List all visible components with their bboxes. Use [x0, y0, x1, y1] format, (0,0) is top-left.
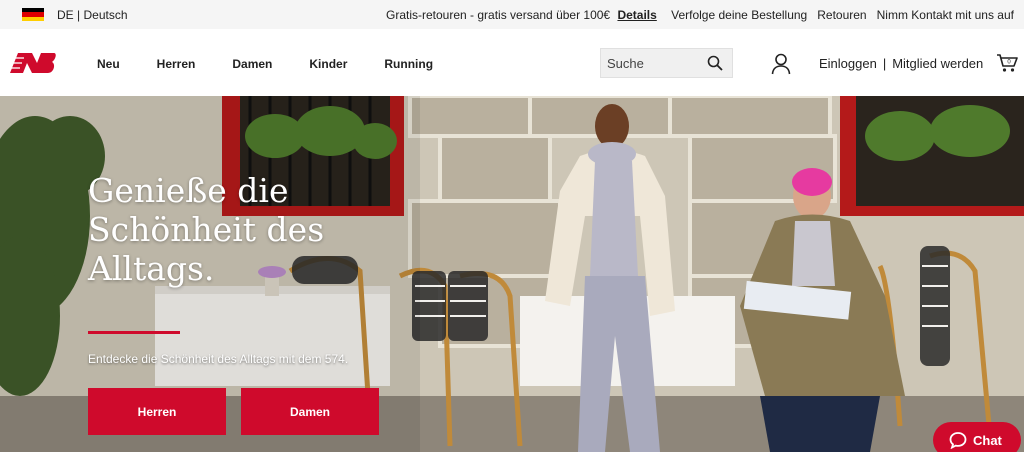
search-input[interactable] [607, 55, 703, 71]
new-balance-logo[interactable] [10, 51, 56, 75]
promo-banner: Gratis-retouren - gratis versand über 10… [386, 8, 657, 22]
returns-link[interactable]: Retouren [817, 8, 866, 22]
nav-item-kinder[interactable]: Kinder [309, 57, 347, 71]
contact-link[interactable]: Nimm Kontakt mit uns auf [877, 8, 1014, 22]
shop-herren-button[interactable]: Herren [88, 388, 226, 435]
germany-flag-icon[interactable] [22, 8, 44, 21]
chat-button[interactable]: Chat [933, 422, 1021, 452]
nav-item-herren[interactable]: Herren [157, 57, 196, 71]
auth-links: Einloggen | Mitglied werden [819, 56, 983, 71]
user-icon[interactable] [771, 53, 791, 75]
track-order-link[interactable]: Verfolge deine Bestellung [671, 8, 807, 22]
chat-label: Chat [973, 432, 1002, 448]
search-box [600, 48, 733, 78]
nav-item-neu[interactable]: Neu [97, 57, 120, 71]
promo-text: Gratis-retouren - gratis versand über 10… [386, 8, 611, 22]
language-code: DE [57, 8, 74, 22]
hero-subline: Entdecke die Schönheit des Alltags mit d… [88, 352, 349, 366]
auth-separator: | [882, 56, 887, 71]
hero-accent-line [88, 331, 180, 334]
utility-bar: DE | Deutsch Gratis-retouren - gratis ve… [0, 0, 1024, 29]
utility-links: Verfolge deine Bestellung Retouren Nimm … [671, 8, 1014, 22]
main-header: Neu Herren Damen Kinder Running Einlogge… [0, 29, 1024, 96]
chat-bubble-icon [949, 432, 967, 449]
promo-details-link[interactable]: Details [617, 8, 656, 22]
shop-damen-button[interactable]: Damen [241, 388, 379, 435]
language-name: Deutsch [83, 8, 128, 22]
search-icon[interactable] [707, 55, 723, 71]
nav-item-damen[interactable]: Damen [232, 57, 272, 71]
cart-icon[interactable]: 0 [996, 53, 1018, 73]
register-link[interactable]: Mitglied werden [892, 56, 983, 71]
language-separator: | [77, 8, 81, 22]
nav-item-running[interactable]: Running [384, 57, 433, 71]
login-link[interactable]: Einloggen [819, 56, 877, 71]
main-nav: Neu Herren Damen Kinder Running [97, 57, 470, 71]
language-selector[interactable]: DE | Deutsch [57, 8, 128, 22]
svg-text:0: 0 [1007, 60, 1011, 66]
hero-banner: Genieße die Schönheit des Alltags. Entde… [0, 96, 1024, 452]
hero-headline: Genieße die Schönheit des Alltags. [88, 171, 325, 288]
